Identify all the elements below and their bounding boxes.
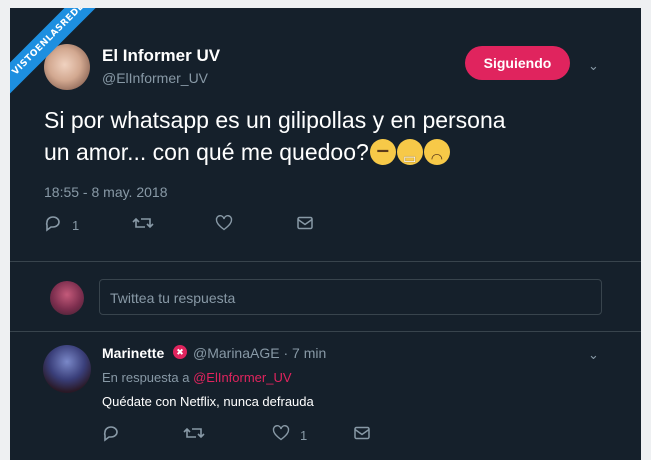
like-icon[interactable]: [215, 214, 233, 237]
grimacing-face-icon: [396, 139, 423, 175]
tweet-timestamp[interactable]: 18:55 - 8 may. 2018: [44, 184, 167, 200]
following-button[interactable]: Siguiendo: [465, 46, 570, 80]
like-icon[interactable]: [272, 424, 290, 447]
chevron-down-icon[interactable]: ⌄: [588, 58, 599, 74]
loudly-crying-face-icon: [423, 139, 450, 175]
weary-face-icon: [369, 139, 396, 175]
reply-count: 1: [72, 218, 80, 233]
current-user-avatar: [50, 281, 84, 315]
reply-input[interactable]: Twittea tu respuesta: [99, 279, 602, 315]
divider: [10, 261, 641, 262]
reply-author-name[interactable]: Marinette: [102, 345, 164, 361]
direct-message-icon[interactable]: [353, 424, 371, 447]
reply-author-avatar[interactable]: [43, 345, 91, 393]
reply-text: Quédate con Netflix, nunca defrauda: [102, 394, 314, 409]
retweet-icon[interactable]: [183, 424, 205, 447]
tweet-text-line-2: un amor... con qué me quedoo?: [44, 139, 369, 165]
direct-message-icon[interactable]: [296, 214, 314, 237]
reply-author-handle-time[interactable]: @MarinaAGE · 7 min: [193, 345, 326, 361]
tweet-card: VISTOENLASREDES El Informer UV @ElInform…: [10, 8, 641, 460]
in-reply-mention[interactable]: @ElInformer_UV: [193, 370, 291, 385]
retweet-icon[interactable]: [132, 214, 154, 237]
tweet-text-line-1: Si por whatsapp es un gilipollas y en pe…: [44, 107, 506, 133]
in-reply-prefix: En respuesta a: [102, 370, 190, 385]
reply-actions: 1: [102, 424, 402, 446]
author-handle[interactable]: @ElInformer_UV: [102, 70, 208, 86]
reply-icon[interactable]: [44, 214, 62, 237]
tweet-text: Si por whatsapp es un gilipollas y en pe…: [44, 104, 624, 175]
tweet-actions: 1: [44, 214, 344, 238]
divider: [10, 331, 641, 332]
reply-icon[interactable]: [102, 424, 120, 447]
badge-icon: ✖: [173, 345, 187, 359]
in-reply-to: En respuesta a @ElInformer_UV: [102, 370, 292, 385]
author-name[interactable]: El Informer UV: [102, 46, 220, 66]
chevron-down-icon[interactable]: ⌄: [588, 347, 599, 363]
like-count: 1: [300, 428, 308, 443]
